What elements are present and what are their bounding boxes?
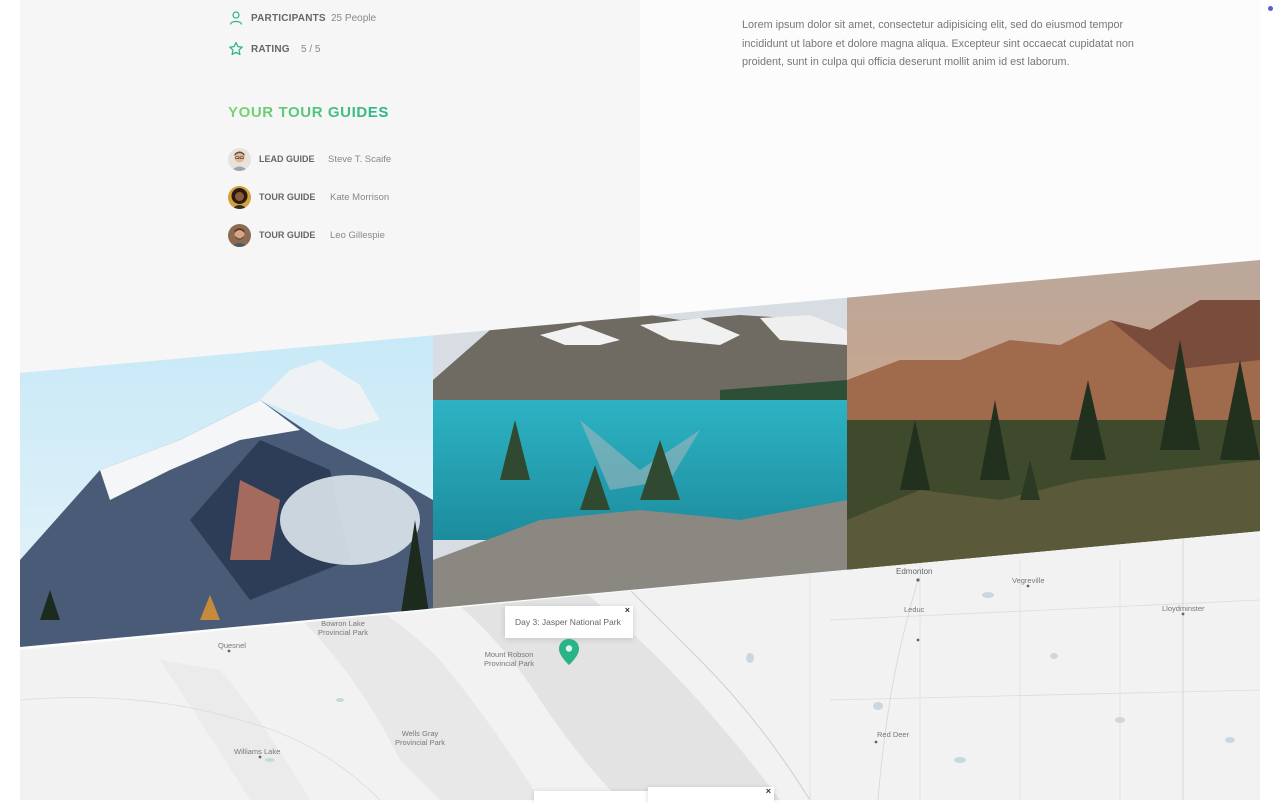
map-popup: Day 3: Jasper National Park × xyxy=(505,606,633,638)
map-label-wells-gray: Wells Gray Provincial Park xyxy=(395,729,446,747)
map-label-mount-robson: Mount Robson Provincial Park xyxy=(484,650,535,668)
map-pin-icon[interactable] xyxy=(557,638,581,666)
map-label-leduc: Leduc xyxy=(904,605,925,614)
map-label-williams-lake: Williams Lake xyxy=(234,747,281,756)
map-label-edmonton: Edmonton xyxy=(896,567,933,576)
status-dot xyxy=(1268,6,1273,11)
picture-snowy-mountain-peaks xyxy=(20,260,433,647)
map-label-bowron-lake: Bowron Lake Provincial Park xyxy=(318,619,369,637)
popup-close-button[interactable]: × xyxy=(766,787,771,796)
map-popup-text: Day 3: Jasper National Park xyxy=(515,617,621,627)
map-popup-partial: × xyxy=(648,787,774,803)
tour-pictures xyxy=(20,260,1260,647)
map-label-lloydminster: Lloydminster xyxy=(1162,604,1205,613)
map-label-red-deer: Red Deer xyxy=(877,730,910,739)
map-label-quesnel: Quesnel xyxy=(218,641,246,650)
popup-close-button[interactable]: × xyxy=(625,606,630,615)
picture-sunset-forest-mountains xyxy=(847,260,1260,647)
map-label-vegreville: Vegreville xyxy=(1012,576,1045,585)
picture-turquoise-lake xyxy=(433,260,847,647)
